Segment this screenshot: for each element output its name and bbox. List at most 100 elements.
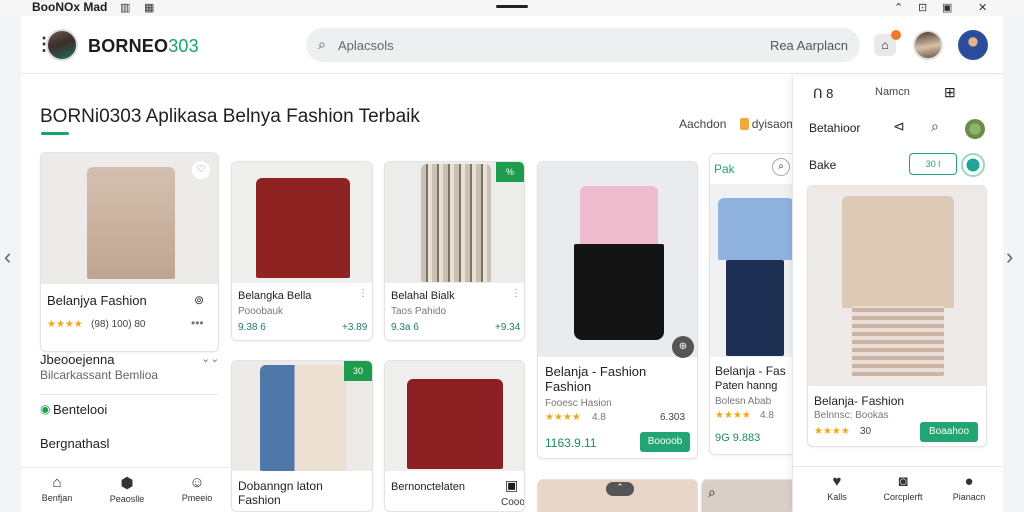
panel-icon-label[interactable]: ᑎ 8 <box>813 86 833 102</box>
grid-icon[interactable]: ⊞ <box>944 84 956 101</box>
notification-icon[interactable]: ⌂ <box>874 30 901 56</box>
buy-button[interactable]: Boooob <box>640 432 690 452</box>
drag-handle-icon[interactable]: ⌃ <box>606 482 634 496</box>
product-sub: Belnnsc: Bookas <box>814 410 889 421</box>
product-card[interactable]: ♡ Belanjya Fashion ⊚ ★★★★ (98) 100) 80 •… <box>40 152 219 352</box>
radio-icon[interactable]: ◉ <box>40 402 50 416</box>
favorite-icon[interactable]: ♡ <box>192 161 210 179</box>
product-name: Dobanngn laton Fashion <box>238 479 323 507</box>
product-price-alt: 6.303 <box>660 412 686 423</box>
product-image <box>538 162 697 357</box>
profile-avatar[interactable] <box>958 30 988 60</box>
garment-top <box>580 186 658 246</box>
avatar[interactable] <box>965 119 985 139</box>
product-card[interactable]: 30 Dobanngn laton Fashion <box>231 360 373 512</box>
chevron-up-icon[interactable]: ⌃ <box>894 1 903 14</box>
nav-item-category[interactable]: ⬢ Peaoslle <box>97 474 157 504</box>
avatar[interactable] <box>46 29 78 61</box>
buy-button[interactable]: Boaahoo <box>920 422 978 442</box>
garment-shape <box>256 178 350 278</box>
user-avatar[interactable] <box>913 30 943 60</box>
filter-chip[interactable]: 30 l <box>909 153 957 175</box>
search-placeholder[interactable]: Aplacsols <box>338 38 394 53</box>
product-name: Belangka Bella <box>238 290 312 302</box>
heart-icon: ♥ <box>832 473 842 490</box>
search-scope[interactable]: Rea Aarplacn <box>770 38 848 53</box>
os-window-title: BooNOx Mad <box>32 0 108 14</box>
garment-shape <box>260 365 346 471</box>
bag-icon[interactable]: ▣ <box>505 477 518 494</box>
person-icon: ● <box>964 473 974 490</box>
product-name-alt: Paten hanng <box>715 380 778 392</box>
rating-stars: ★★★★ <box>545 412 581 423</box>
chevron-right-icon[interactable]: › <box>1006 244 1013 270</box>
product-card-partial[interactable]: ⌕ <box>701 479 796 512</box>
title-underline <box>41 132 69 135</box>
product-card[interactable]: Bernonctelaten ▣ Coooo <box>384 360 525 512</box>
rating-meta: (98) 100) 80 <box>91 319 146 330</box>
product-card[interactable]: ⊕ Belanja - Fashion Fashion Fooesc Hasio… <box>537 161 698 459</box>
list-item[interactable]: Bentelooi <box>53 402 107 417</box>
nav-item-account[interactable]: ● Pianacn <box>939 473 999 502</box>
product-name: Belahal Bialk <box>391 290 455 302</box>
brand-name: BORNEO <box>88 36 169 56</box>
tab-icon[interactable]: ⊡ <box>918 1 927 14</box>
product-price: 9.3a 6 <box>391 322 419 333</box>
more-icon[interactable]: ⋮ <box>358 288 368 299</box>
panel-tab-label[interactable]: Namcn <box>875 86 910 98</box>
search-icon[interactable]: ⌕ <box>931 118 939 135</box>
list-item[interactable]: Bergnathasl <box>40 436 109 451</box>
app-window: ⋮ BORNEO303 ⌕ Aplacsols Rea Aarplacn ⌂ B… <box>21 16 1003 512</box>
nav-item-favorites[interactable]: ♥ Kalls <box>807 473 867 502</box>
product-sub: Pooobauk <box>238 306 284 317</box>
close-icon[interactable]: ✕ <box>978 1 987 14</box>
divider <box>40 394 218 395</box>
top-header: ⋮ BORNEO303 ⌕ Aplacsols Rea Aarplacn ⌂ <box>21 16 1003 74</box>
search-bar[interactable]: ⌕ Aplacsols Rea Aarplacn <box>306 28 860 62</box>
nav-item-profile[interactable]: ☺ Pmeeio <box>167 474 227 503</box>
page-title: BORNi0303 Aplikasa Belnya Fashion Terbai… <box>40 106 420 127</box>
product-image <box>385 361 524 471</box>
discount-badge: 30 <box>344 361 372 381</box>
product-card[interactable]: % Belahal Bialk ⋮ Taos Pahido 9.3a 6 +9.… <box>384 161 525 341</box>
product-card[interactable]: Belangka Bella ⋮ Pooobauk 9.38 6 +3.89 <box>231 161 373 341</box>
status-toggle-icon[interactable] <box>961 153 985 177</box>
garment-skirt <box>852 306 944 376</box>
share-icon[interactable]: ⊕ <box>672 336 694 358</box>
product-name: Belanja - Fashion Fashion <box>545 364 647 394</box>
garment-skirt <box>574 244 664 340</box>
nav-item-chat[interactable]: ◙ Corcplerft <box>873 473 933 502</box>
garment-top <box>842 196 954 308</box>
zoom-icon[interactable]: ⌕ <box>708 484 716 501</box>
list-item[interactable]: Jbeooejenna <box>40 352 114 367</box>
product-price-alt: +9.34 <box>495 322 521 333</box>
bag-label: Coooo <box>501 497 525 508</box>
panel-subtitle: Bake <box>809 158 837 172</box>
featured-product-card[interactable]: Belanja- Fashion Belnnsc: Bookas ★★★★ 30… <box>807 185 987 447</box>
product-image <box>232 162 372 283</box>
search-icon[interactable]: ⌕ <box>772 158 790 176</box>
brand-number: 303 <box>168 36 199 56</box>
os-status-bar: BooNOx Mad ▥ ▦ ⌃ ⊡ ▣ ✕ <box>0 0 1024 16</box>
product-name: Belanjya Fashion <box>47 293 147 308</box>
window-icon[interactable]: ▣ <box>942 1 952 14</box>
share-icon[interactable]: ⊚ <box>194 293 204 307</box>
garment-shape <box>407 379 503 469</box>
list-item-sub: Bilcarkassant Bemlioa <box>40 368 159 382</box>
discount-badge: % <box>496 162 524 182</box>
product-card[interactable]: Pak ⌕ Belanja - Fas Paten hanng Bolesn A… <box>709 153 799 455</box>
product-sub: Taos Pahido <box>391 306 447 317</box>
profile-icon: ☺ <box>189 474 205 491</box>
more-icon[interactable]: ⋮ <box>511 288 521 299</box>
more-icon[interactable]: ••• <box>191 316 204 330</box>
brand-logo[interactable]: BORNEO303 <box>88 36 199 57</box>
product-card-partial[interactable]: ⌃ <box>537 479 698 512</box>
expand-icon[interactable]: ⌄⌄ <box>201 352 219 365</box>
product-name: Belanja - Fas <box>715 364 786 378</box>
sort-link[interactable]: Aachdon <box>679 117 726 131</box>
share-icon[interactable]: ⊲ <box>893 118 905 135</box>
garment-shape <box>421 164 491 282</box>
product-price: 9.38 6 <box>238 322 266 333</box>
chevron-left-icon[interactable]: ‹ <box>4 244 11 270</box>
nav-item-home[interactable]: ⌂ Benfjan <box>27 474 87 503</box>
